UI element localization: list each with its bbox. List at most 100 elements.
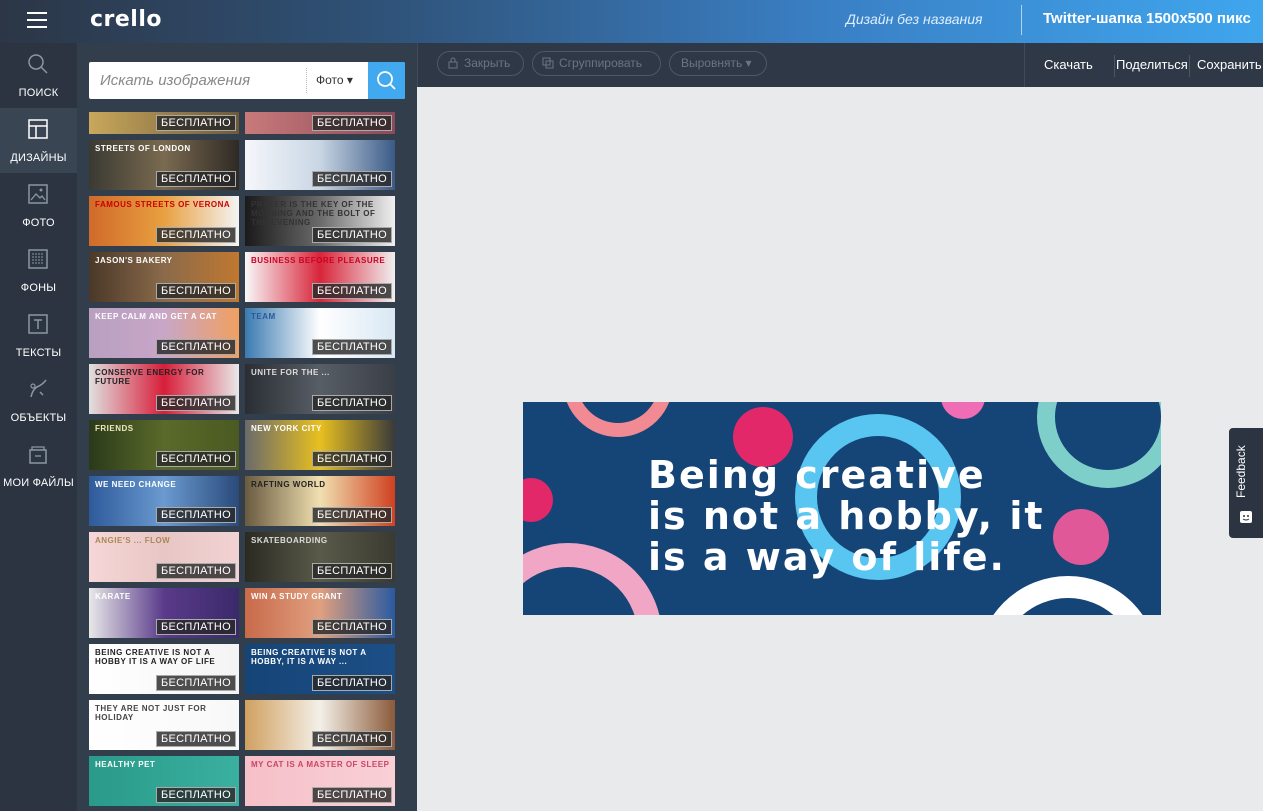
group-button[interactable]: Сгруппировать [532,51,661,76]
white-ring-shape [993,576,1143,615]
free-badge: БЕСПЛАТНО [312,395,392,411]
save-button[interactable]: Сохранить [1197,57,1262,72]
free-badge: БЕСПЛАТНО [312,451,392,467]
free-badge: БЕСПЛАТНО [156,787,236,803]
template-thumbnail[interactable]: Angie's ... Flow БЕСПЛАТНО [89,532,239,582]
template-thumbnail[interactable]: Unite for the ... БЕСПЛАТНО [245,364,395,414]
search-bar: Фото ▾ [89,62,405,99]
lock-button[interactable]: Закрыть [437,51,524,76]
logo[interactable]: crello [90,7,162,32]
pink-dot-shape [1053,509,1109,565]
divider [1114,55,1115,77]
thumbnail-caption: Rafting World [251,480,326,489]
template-thumbnail[interactable]: БЕСПЛАТНО [245,700,395,750]
thumbnail-caption: Angie's ... Flow [95,536,171,545]
feedback-label: Feedback [1234,445,1248,498]
template-thumbnail[interactable]: Friends БЕСПЛАТНО [89,420,239,470]
thumbnail-caption: Karate [95,592,131,601]
feedback-tab[interactable]: Feedback [1229,428,1263,538]
align-dropdown[interactable]: Выровнять ▾ [669,51,767,76]
template-thumbnail[interactable]: Being creative is not a hobby it is a wa… [89,644,239,694]
free-badge: БЕСПЛАТНО [156,171,236,187]
download-button[interactable]: Скачать [1044,57,1093,72]
thumbnail-caption: Team [251,312,276,321]
template-thumbnail[interactable]: Skateboarding БЕСПЛАТНО [245,532,395,582]
design-canvas[interactable]: Being creative is not a hobby, it is a w… [523,402,1161,615]
template-thumbnail[interactable]: БЕСПЛАТНО [89,112,239,134]
sidebar-item-my-files[interactable]: МОИ ФАЙЛЫ [0,433,77,498]
sidebar-item-label: ТЕКСТЫ [15,347,62,359]
toolbar: Закрыть Сгруппировать Выровнять ▾ Скачат… [417,43,1263,87]
template-thumbnail[interactable]: Healthy pet БЕСПЛАТНО [89,756,239,806]
free-badge: БЕСПЛАТНО [156,563,236,579]
free-badge: БЕСПЛАТНО [156,675,236,691]
template-thumbnail[interactable]: Team БЕСПЛАТНО [245,308,395,358]
free-badge: БЕСПЛАТНО [156,283,236,299]
divider [306,68,307,93]
template-thumbnail[interactable]: Business before pleasure БЕСПЛАТНО [245,252,395,302]
template-thumbnail[interactable]: БЕСПЛАТНО [245,112,395,134]
sidebar-item-label: ФОТО [22,217,55,229]
sidebar-item-designs[interactable]: ДИЗАЙНЫ [0,108,77,173]
sidebar-item-label: ОБЪЕКТЫ [10,412,67,424]
template-thumbnail[interactable]: Being creative is not a hobby, it is a w… [245,644,395,694]
free-badge: БЕСПЛАТНО [156,395,236,411]
template-thumbnail[interactable]: My Cat is a Master of Sleep БЕСПЛАТНО [245,756,395,806]
thumbnail-caption: They are not just for holiday [95,704,207,722]
thumbnail-caption: Healthy pet [95,760,156,769]
document-title[interactable]: Дизайн без названия [846,11,983,27]
sidebar-item-objects[interactable]: ОБЪЕКТЫ [0,368,77,433]
template-thumbnail[interactable]: БЕСПЛАТНО [245,140,395,190]
free-badge: БЕСПЛАТНО [156,507,236,523]
free-badge: БЕСПЛАТНО [312,283,392,299]
template-thumbnail[interactable]: We need change БЕСПЛАТНО [89,476,239,526]
thumbnail-caption: My Cat is a Master of Sleep [251,760,390,769]
lock-label: Закрыть [464,56,511,70]
template-thumbnail[interactable]: Conserve energy for future БЕСПЛАТНО [89,364,239,414]
free-badge: БЕСПЛАТНО [312,787,392,803]
headline-text[interactable]: Being creative is not a hobby, it is a w… [648,455,1045,578]
search-input[interactable] [89,62,305,99]
free-badge: БЕСПЛАТНО [156,227,236,243]
image-icon [28,184,48,204]
template-thumbnail[interactable]: Prayer is the key of the morning and the… [245,196,395,246]
magenta-dot-shape [523,478,553,522]
template-thumbnail[interactable]: Karate БЕСПЛАТНО [89,588,239,638]
template-thumbnail[interactable]: Streets of London БЕСПЛАТНО [89,140,239,190]
sidebar-nav: ПОИСК ДИЗАЙНЫ ФОТО ФОНЫ ТЕКСТЫ ОБЪЕКТЫ М… [0,43,77,811]
sidebar-item-label: МОИ ФАЙЛЫ [3,477,74,489]
text-icon [28,314,48,334]
sidebar-item-backgrounds[interactable]: ФОНЫ [0,238,77,303]
template-thumbnail[interactable]: They are not just for holiday БЕСПЛАТНО [89,700,239,750]
free-badge: БЕСПЛАТНО [312,339,392,355]
template-thumbnail[interactable]: Rafting World БЕСПЛАТНО [245,476,395,526]
thumbnail-caption: Skateboarding [251,536,328,545]
template-thumbnail[interactable]: Famous streets of Verona БЕСПЛАТНО [89,196,239,246]
free-badge: БЕСПЛАТНО [312,115,392,131]
template-thumbnail[interactable]: New York City БЕСПЛАТНО [245,420,395,470]
thumbnail-caption: Unite for the ... [251,368,330,377]
template-thumbnail[interactable]: Keep calm and get a cat БЕСПЛАТНО [89,308,239,358]
search-type-dropdown[interactable]: Фото ▾ [316,73,353,87]
menu-icon[interactable] [27,12,47,28]
folder-icon [29,446,47,464]
divider [1024,43,1025,87]
sidebar-item-photos[interactable]: ФОТО [0,173,77,238]
search-button[interactable] [368,62,405,99]
free-badge: БЕСПЛАТНО [156,731,236,747]
thumbnail-caption: Conserve energy for future [95,368,205,386]
template-thumbnail[interactable]: Jason's Bakery БЕСПЛАТНО [89,252,239,302]
pink-ring-shape [523,543,660,615]
template-thumbnail[interactable]: Win a study grant БЕСПЛАТНО [245,588,395,638]
free-badge: БЕСПЛАТНО [312,619,392,635]
free-badge: БЕСПЛАТНО [156,115,236,131]
free-badge: БЕСПЛАТНО [312,731,392,747]
sidebar-item-texts[interactable]: ТЕКСТЫ [0,303,77,368]
format-label[interactable]: Twitter-шапка 1500x500 пикс [1043,10,1251,27]
divider [1021,5,1022,35]
layout-icon [28,119,48,139]
sidebar-item-search[interactable]: ПОИСК [0,43,77,108]
top-bar: crello Дизайн без названия Twitter-шапка… [0,0,1263,43]
share-button[interactable]: Поделиться [1116,57,1188,72]
thumbnail-caption: Famous streets of Verona [95,200,231,209]
